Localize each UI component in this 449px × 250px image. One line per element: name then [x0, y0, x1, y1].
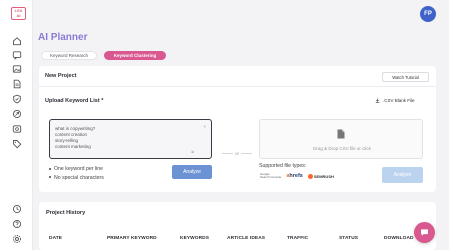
new-project-card: New Project Watch Tutorial Upload Keywor…	[39, 66, 436, 192]
upload-keyword-list-title: Upload Keyword List *	[45, 98, 104, 104]
clear-icon[interactable]: ×	[203, 124, 206, 130]
app-logo[interactable]: LSX AI	[11, 7, 26, 20]
brand-logos: Google Search Console ahrefs SEMRUSH	[260, 172, 334, 180]
analyze-csv-button[interactable]: Analyze	[382, 167, 423, 183]
divider-line	[241, 153, 253, 154]
app-root: LSX AI FP AI Planner Keyword Research Ke…	[0, 0, 449, 250]
column-header-status[interactable]: STATUS	[339, 236, 358, 241]
keyword-rules: One keyword per line No special characte…	[49, 165, 104, 182]
home-icon[interactable]	[12, 36, 22, 46]
chat-support-button[interactable]	[414, 222, 435, 243]
or-divider: or	[222, 151, 253, 156]
rule-item: No special characters	[49, 174, 104, 183]
csv-blank-file-label: .CSV Blank File	[383, 98, 415, 103]
textarea-line: content marketing	[55, 144, 91, 149]
csv-blank-file-link[interactable]: .CSV Blank File	[375, 98, 415, 103]
project-history-title: Project History	[46, 210, 86, 216]
shield-icon[interactable]	[12, 94, 22, 104]
chat-bubble-icon	[421, 229, 428, 236]
semrush-logo: SEMRUSH	[307, 173, 334, 179]
watch-tutorial-button[interactable]: Watch Tutorial	[382, 72, 429, 82]
new-project-title: New Project	[45, 73, 77, 79]
keyword-textarea[interactable]: what is copywriting? content creation st…	[49, 119, 212, 159]
sidebar: LSX AI	[0, 0, 33, 250]
google-search-console-logo: Google Search Console	[260, 172, 282, 179]
chat-icon[interactable]	[12, 50, 22, 60]
column-header-primary-keyword[interactable]: PRIMARY KEYWORD	[107, 236, 157, 241]
tag-icon[interactable]	[12, 139, 22, 149]
ahrefs-logo: ahrefs	[286, 173, 303, 179]
csv-dropzone[interactable]: Drag & Drop CSV file or click	[259, 119, 423, 159]
supported-file-types: Supported file types:	[259, 163, 307, 169]
help-icon[interactable]	[12, 219, 22, 229]
settings-icon[interactable]	[12, 234, 22, 244]
file-icon	[337, 129, 345, 139]
image-icon[interactable]	[12, 64, 22, 74]
resize-handle-icon[interactable]: ⇲	[191, 149, 194, 155]
rule-item: One keyword per line	[49, 165, 104, 174]
planner-icon[interactable]	[12, 109, 22, 119]
column-header-download[interactable]: DOWNLOAD	[384, 236, 414, 241]
tab-keyword-research[interactable]: Keyword Research	[41, 51, 97, 60]
project-history-card: Project History DATE PRIMARY KEYWORD KEY…	[39, 202, 436, 250]
new-project-header: New Project Watch Tutorial	[39, 66, 436, 87]
column-header-article-ideas[interactable]: ARTICLE IDEAS	[227, 236, 265, 241]
or-label: or	[235, 151, 240, 156]
photo-icon[interactable]	[12, 124, 22, 134]
column-header-date[interactable]: DATE	[49, 236, 62, 241]
history-icon[interactable]	[12, 204, 22, 214]
column-header-keywords[interactable]: KEYWORDS	[180, 236, 209, 241]
column-header-traffic[interactable]: TRAFFIC	[287, 236, 308, 241]
download-icon	[375, 98, 380, 103]
analyze-button[interactable]: Analyze	[172, 165, 212, 179]
page-title: AI Planner	[38, 32, 88, 43]
divider-line	[222, 153, 233, 154]
tab-keyword-clustering[interactable]: Keyword Clustering	[104, 51, 166, 60]
user-avatar[interactable]: FP	[420, 6, 436, 22]
dropzone-text: Drag & Drop CSV file or click	[313, 146, 371, 151]
document-icon[interactable]	[12, 79, 22, 89]
